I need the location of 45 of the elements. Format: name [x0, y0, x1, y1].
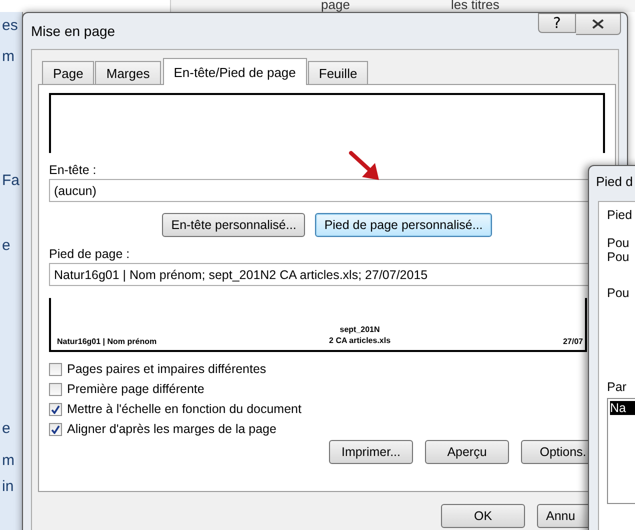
selected-text: Na: [610, 401, 635, 415]
dialog-button[interactable]: OK: [441, 504, 525, 528]
background-text: m: [2, 452, 14, 469]
instruction-text: Pou: [607, 236, 630, 250]
footer-dropdown[interactable]: Natur16g01 | Nom prénom; sept_201N2 CA articles.xls; 27/07/2015: [49, 263, 589, 286]
tab[interactable]: Page: [42, 61, 94, 84]
action-button[interactable]: Imprimer...: [329, 440, 413, 464]
background-text: es: [2, 17, 18, 34]
tab[interactable]: Feuille: [308, 61, 368, 84]
checkbox[interactable]: [49, 382, 62, 396]
header-label: En-tête :: [49, 163, 98, 177]
header-dropdown[interactable]: (aucun): [49, 179, 589, 202]
checkbox-label: Mettre à l'échelle en fonction du document: [67, 402, 302, 416]
background-text: in: [2, 478, 14, 495]
close-button[interactable]: [576, 13, 621, 35]
checkbox-label: Pages paires et impaires différentes: [67, 362, 266, 376]
background-text: page: [321, 0, 350, 12]
background-text: e: [2, 237, 10, 254]
footer-label: Pied de page :: [49, 247, 131, 261]
background-text: m: [2, 48, 14, 65]
text-area[interactable]: Na: [607, 398, 635, 504]
help-button[interactable]: ?: [538, 13, 576, 33]
checkbox[interactable]: [49, 362, 62, 376]
arrow-icon: [348, 150, 382, 182]
section-label: Par: [607, 380, 628, 394]
preview-text: 27/07: [562, 337, 583, 346]
instruction-text: Pou: [607, 250, 630, 264]
close-icon: [592, 19, 604, 29]
tab[interactable]: Marges: [95, 61, 161, 84]
background-text: Fa: [2, 172, 20, 189]
preview-text: Natur16g01 | Nom prénom: [57, 337, 157, 346]
checkbox-label: Aligner d'après les marges de la page: [67, 422, 276, 436]
checkbox[interactable]: [49, 402, 62, 416]
custom-button[interactable]: Pied de page personnalisé...: [315, 213, 492, 237]
checkbox-label: Première page différente: [67, 382, 204, 396]
window-title: Mise en page: [31, 23, 116, 39]
custom-button[interactable]: En-tête personnalisé...: [162, 213, 306, 237]
background-text: e: [2, 420, 10, 437]
instruction-text: Pied: [607, 208, 634, 222]
checkbox[interactable]: [49, 422, 62, 436]
action-button[interactable]: Aperçu: [425, 440, 509, 464]
preview-text: sept_201N 2 CA articles.xls: [329, 325, 391, 346]
instruction-text: Pou: [607, 286, 630, 300]
window-title: Pied d: [596, 174, 633, 189]
tab[interactable]: En-tête/Pied de page: [162, 58, 307, 85]
